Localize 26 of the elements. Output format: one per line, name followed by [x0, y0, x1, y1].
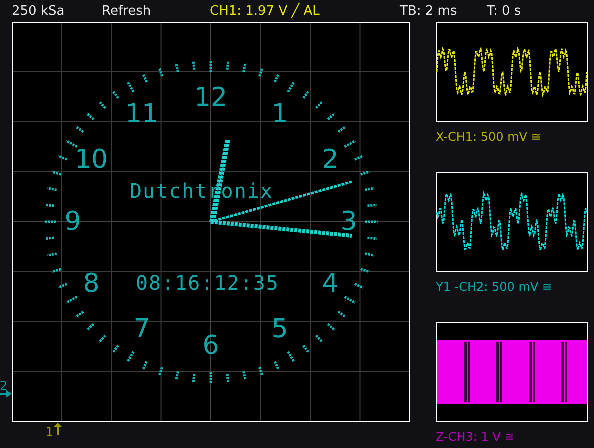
clock-numeral: 8 [83, 269, 100, 299]
clock-numeral: 3 [340, 207, 358, 237]
arrow-up-icon [54, 423, 62, 435]
clock-numeral: 6 [202, 331, 220, 361]
status-text: TB: 2 ms [400, 4, 458, 18]
clock-numeral: 11 [125, 100, 159, 130]
clock-numeral: 5 [272, 314, 288, 344]
status-text: T: 0 s [487, 4, 522, 18]
channel-marker: 2 [0, 380, 8, 392]
time-text: 08:16:12:35 [136, 271, 280, 295]
clock-numeral: 7 [134, 314, 150, 344]
status-text: CH1: 1.97 V ╱ AL [210, 4, 320, 18]
arrow-right-icon [0, 390, 12, 398]
trigger-marker: 1 [46, 426, 54, 438]
status-text: Refresh [102, 4, 152, 18]
brand-text: Dutchtronix [130, 179, 274, 203]
clock-numeral: 1 [272, 100, 288, 130]
clock-numeral: 4 [322, 269, 339, 299]
clock-numeral: 10 [74, 145, 108, 175]
status-text: 250 kSa [12, 4, 65, 18]
channel-label: Z-CH3: 1 V ≅ [436, 430, 516, 444]
channel-label: Y1 -CH2: 500 mV ≅ [436, 280, 554, 294]
clock-numeral: 2 [322, 145, 339, 175]
clock-numeral: 12 [194, 83, 228, 113]
clock-numeral: 9 [64, 207, 82, 237]
channel-label: X-CH1: 500 mV ≅ [436, 130, 542, 144]
